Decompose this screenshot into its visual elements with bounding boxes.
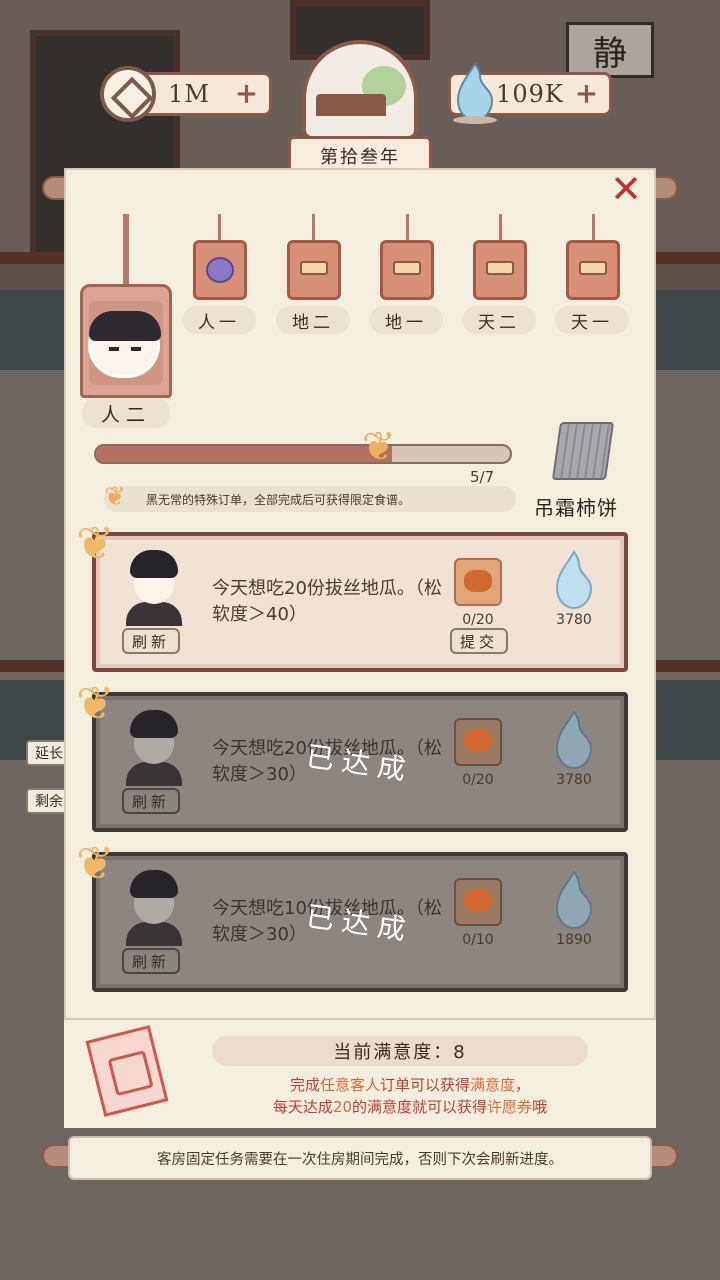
add-coin-button[interactable]: +	[233, 80, 261, 109]
spirit-reward-icon	[555, 550, 593, 610]
satisfaction-info-line2: 每天达成20的满意度就可以获得许愿券哦	[272, 1098, 548, 1116]
sweet-potato-dish-icon	[454, 878, 502, 926]
butterfly-icon: ❦	[76, 836, 115, 890]
recipe-scroll-icon[interactable]	[551, 422, 615, 480]
tag-rope	[499, 214, 502, 242]
close-button[interactable]: ✕	[606, 170, 646, 210]
spirit-reward-icon	[555, 870, 593, 930]
hint-text: 黑无常的特殊订单，全部完成后可获得限定食谱。	[104, 486, 516, 512]
sweet-potato-dish-icon	[454, 558, 502, 606]
coin-amount: 1M	[168, 80, 210, 108]
avatar	[88, 311, 161, 378]
tag-tianyi[interactable]	[566, 240, 620, 300]
order-progress-bar	[94, 444, 512, 464]
progress-text: 5/7	[470, 468, 495, 486]
footer-note: 客房固定任务需要在一次住房期间完成，否则下次会刷新进度。	[68, 1136, 652, 1180]
tag-label: 地一	[369, 306, 443, 334]
tag-rope	[592, 214, 595, 242]
tag-rope	[312, 214, 315, 242]
reward-name: 吊霜柿饼	[534, 496, 618, 520]
tag-rope	[123, 214, 129, 288]
tag-dier[interactable]	[287, 240, 341, 300]
refresh-button[interactable]: 刷新	[122, 788, 180, 814]
satisfaction-info-line1: 完成任意客人订单可以获得满意度，	[289, 1076, 531, 1094]
locked-slot-icon	[579, 261, 607, 275]
pavilion-icon	[316, 94, 386, 116]
food-count: 0/20	[462, 772, 494, 788]
locked-slot-icon	[486, 261, 514, 275]
tag-rope	[218, 214, 221, 242]
customer-portrait	[122, 710, 186, 786]
progress-fill	[96, 446, 392, 462]
tag-renyi[interactable]	[193, 240, 247, 300]
locked-slot-icon	[393, 261, 421, 275]
food-count: 0/10	[462, 932, 494, 948]
tag-tianer[interactable]	[473, 240, 527, 300]
locked-slot-icon	[300, 261, 328, 275]
fruit-icon	[206, 257, 234, 283]
current-tag-label: 人二	[82, 398, 170, 428]
order-card: 今天想吃20份拔丝地瓜。（松软度＞40） 刷新 0/20 3780 提交	[92, 532, 628, 672]
butterfly-icon: ❦	[76, 516, 115, 570]
butterfly-icon: ❦	[362, 424, 396, 470]
sweet-potato-dish-icon	[454, 718, 502, 766]
spirit-reward-count: 3780	[556, 612, 592, 628]
tag-label: 人一	[182, 306, 256, 334]
customer-portrait	[122, 550, 186, 626]
tag-label: 天一	[555, 306, 629, 334]
tag-label: 地二	[276, 306, 350, 334]
submit-button[interactable]: 提交	[450, 628, 508, 654]
food-count: 0/20	[462, 612, 494, 628]
customer-portrait	[122, 870, 186, 946]
spirit-reward-count: 1890	[556, 932, 592, 948]
order-card: 今天想吃10份拔丝地瓜。（松软度＞30） 刷新 0/10 1890 已达成	[92, 852, 628, 992]
tag-label: 天二	[462, 306, 536, 334]
satisfaction-title: 当前满意度：8	[212, 1036, 588, 1066]
spirit-amount: 109K	[496, 80, 564, 108]
tag-rope	[406, 214, 409, 242]
butterfly-icon: ❦	[76, 676, 115, 730]
add-spirit-button[interactable]: +	[573, 80, 601, 109]
order-card: 今天想吃20份拔丝地瓜。（松软度＞30） 刷新 0/20 3780 已达成	[92, 692, 628, 832]
spirit-reward-icon	[555, 710, 593, 770]
butterfly-icon: ❦	[104, 482, 126, 512]
spirit-flame-icon	[453, 62, 497, 124]
spirit-reward-count: 3780	[556, 772, 592, 788]
tag-diyi[interactable]	[380, 240, 434, 300]
refresh-button[interactable]: 刷新	[122, 628, 180, 654]
refresh-button[interactable]: 刷新	[122, 948, 180, 974]
coin-icon	[100, 66, 156, 122]
order-text: 今天想吃20份拔丝地瓜。（松软度＞40）	[212, 578, 442, 625]
